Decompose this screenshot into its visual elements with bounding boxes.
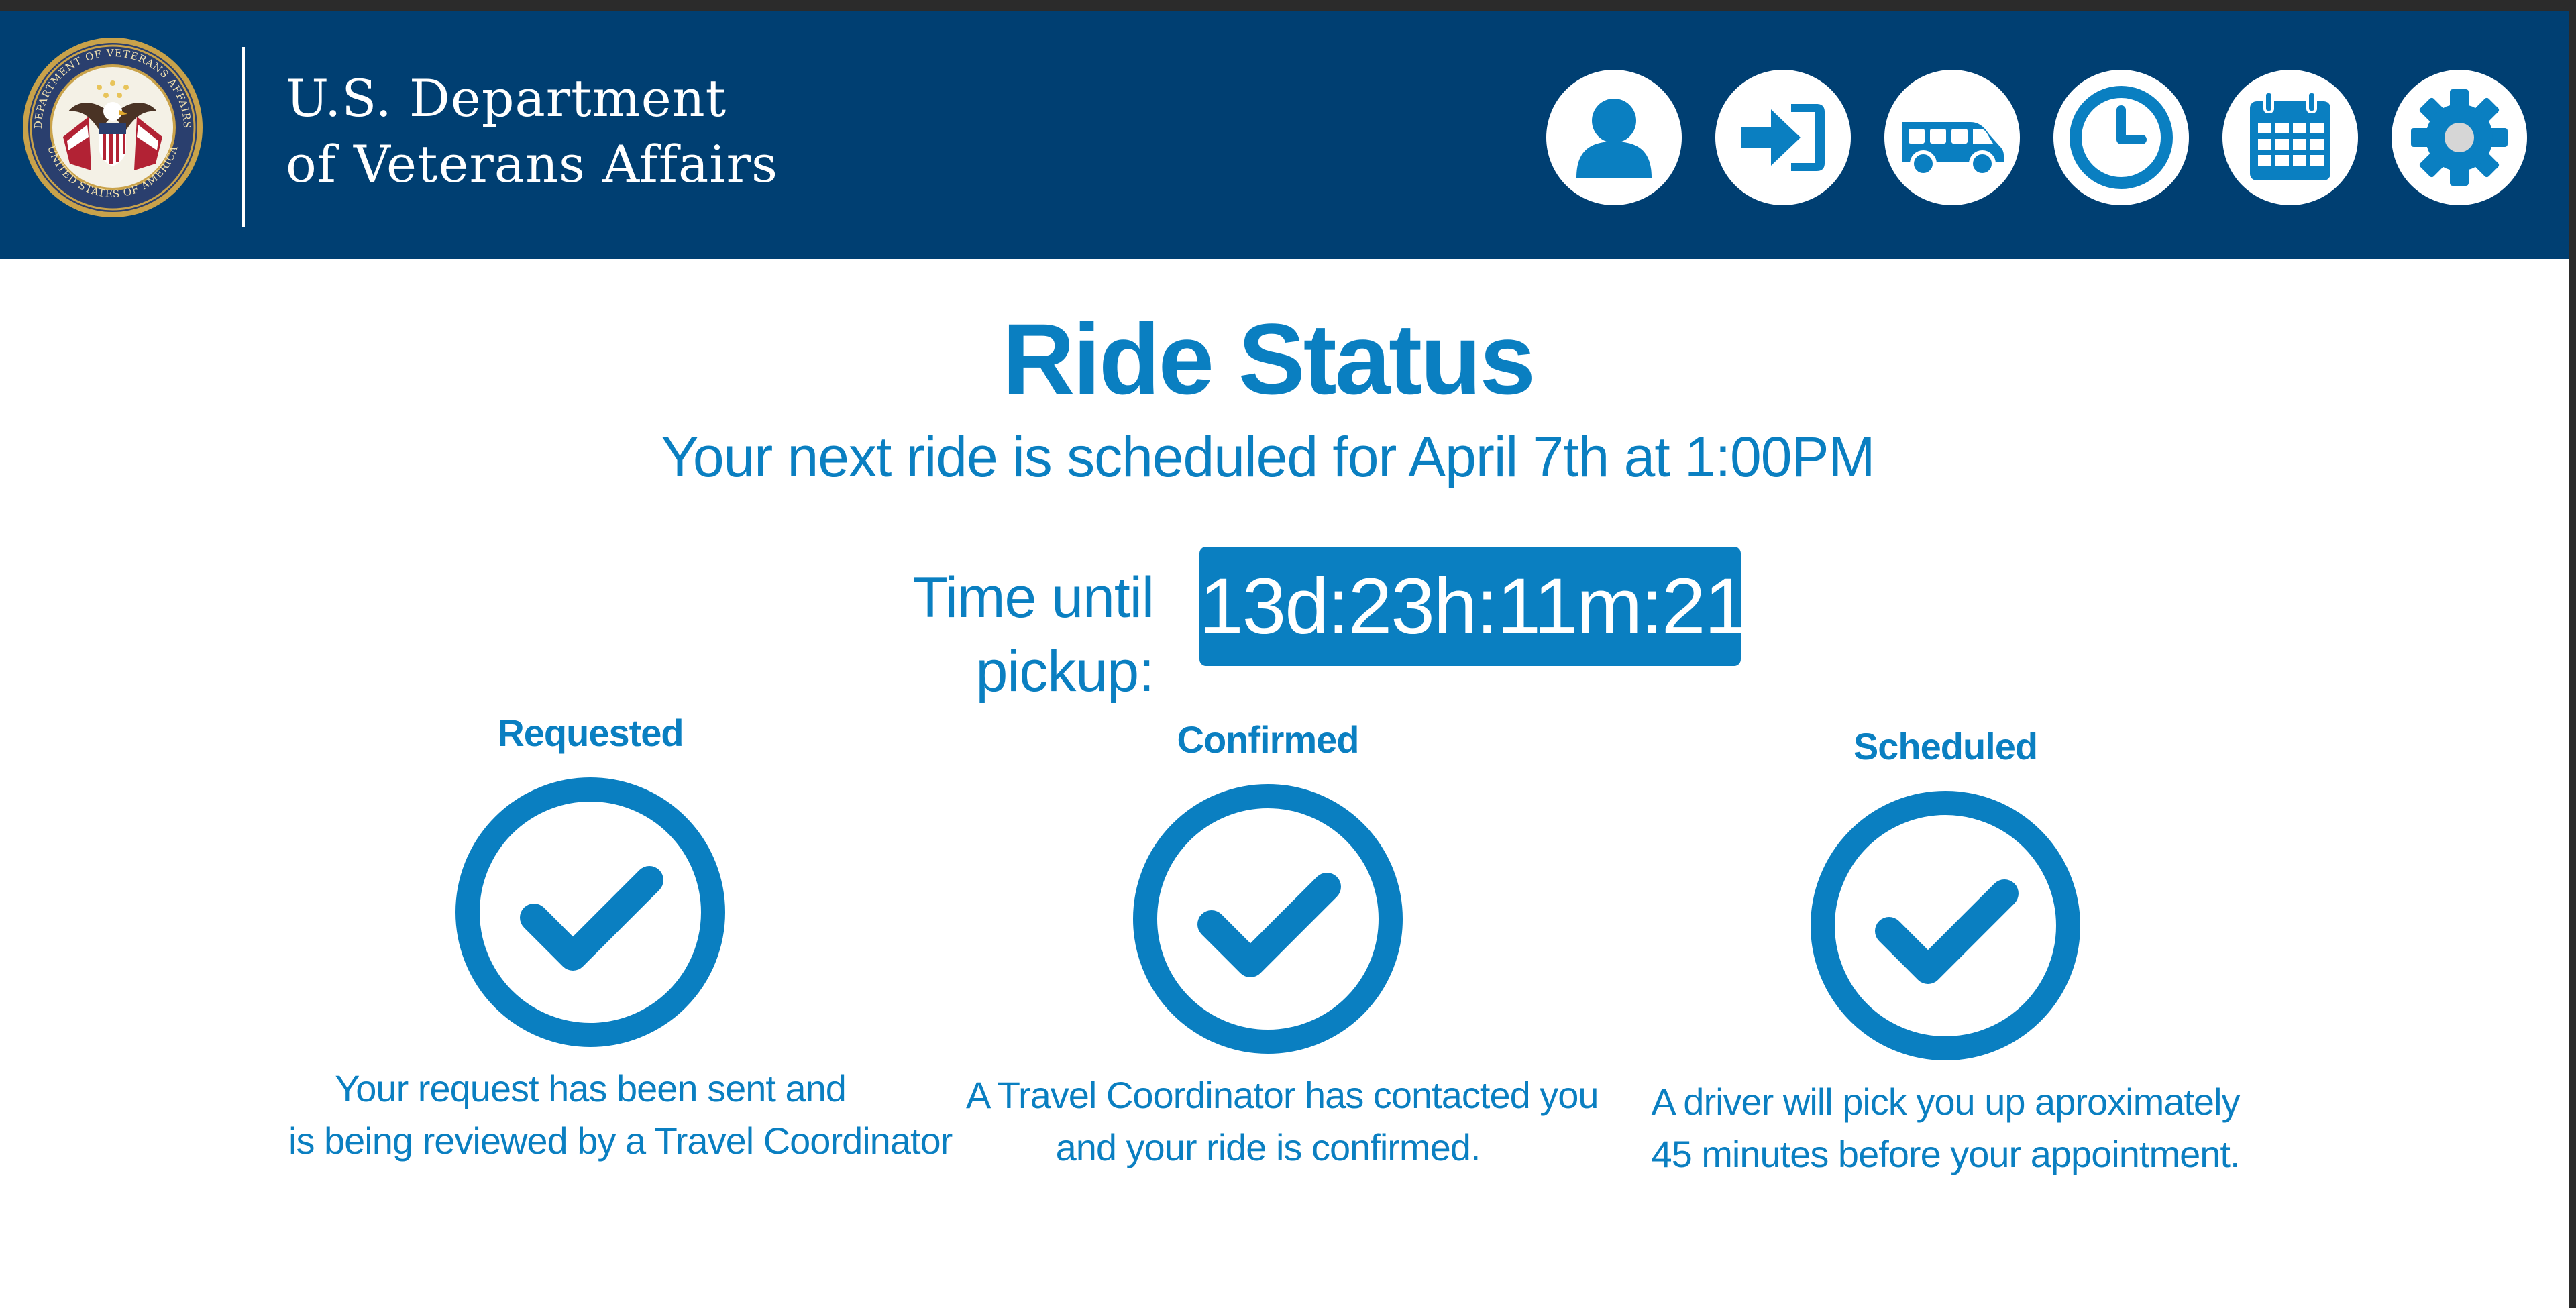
step-title: Requested	[497, 712, 684, 754]
header-nav	[1546, 70, 2527, 205]
calendar-button[interactable]	[2222, 70, 2358, 205]
sign-in-icon	[1741, 104, 1825, 171]
header-divider	[241, 47, 245, 227]
site-header: DEPARTMENT OF VETERANS AFFAIRS UNITED ST…	[0, 11, 2569, 259]
step-description-line1: A Travel Coordinator has contacted you	[966, 1074, 1599, 1116]
window-top-strip	[0, 0, 2576, 11]
profile-button[interactable]	[1546, 70, 1682, 205]
step-description-line1: A driver will pick you up aproximately	[1651, 1081, 2240, 1123]
gear-icon	[2411, 89, 2508, 186]
step-requested: Requested Your request has been sent and…	[288, 710, 953, 1167]
step-description: A Travel Coordinator has contacted you a…	[966, 1069, 1599, 1174]
ride-button[interactable]	[1884, 70, 2020, 205]
check-circle-icon	[1132, 783, 1403, 1054]
settings-button[interactable]	[2392, 70, 2527, 205]
step-description: Your request has been sent and is being …	[288, 1062, 953, 1167]
organization-name-line2: of Veterans Affairs	[286, 134, 778, 194]
check-circle-icon	[1810, 790, 2081, 1061]
step-description-line1: Your request has been sent and	[335, 1067, 847, 1109]
organization-name: U.S. Department of Veterans Affairs	[286, 66, 778, 197]
next-ride-subtitle: Your next ride is scheduled for April 7t…	[661, 425, 1876, 488]
step-title: Scheduled	[1853, 725, 2038, 767]
history-button[interactable]	[2053, 70, 2189, 205]
step-description: A driver will pick you up aproximately 4…	[1644, 1076, 2247, 1181]
organization-name-line1: U.S. Department	[286, 68, 727, 128]
step-title: Confirmed	[1177, 718, 1360, 761]
check-circle-icon	[455, 777, 726, 1048]
user-icon	[1576, 99, 1652, 178]
ride-status-page: DEPARTMENT OF VETERANS AFFAIRS UNITED ST…	[0, 0, 2576, 1308]
window-right-edge	[2569, 0, 2576, 1308]
calendar-icon	[2250, 91, 2330, 180]
step-description-line2: 45 minutes before your appointment.	[1651, 1133, 2240, 1175]
clock-icon	[2070, 86, 2173, 189]
page-title: Ride Status	[1002, 303, 1536, 415]
step-scheduled: Scheduled A driver will pick you up apro…	[1644, 723, 2247, 1181]
va-seal-logo: DEPARTMENT OF VETERANS AFFAIRS UNITED ST…	[21, 36, 204, 219]
countdown-label: Time until pickup:	[912, 565, 1155, 704]
sign-in-button[interactable]	[1715, 70, 1851, 205]
step-description-line2: and your ride is confirmed.	[1055, 1126, 1481, 1168]
countdown-timer: 13d:23h:11m:21s	[1199, 547, 1786, 666]
step-confirmed: Confirmed A Travel Coordinator has conta…	[966, 716, 1599, 1174]
step-description-line2: is being reviewed by a Travel Coordinato…	[288, 1120, 953, 1162]
van-icon	[1902, 122, 2004, 177]
